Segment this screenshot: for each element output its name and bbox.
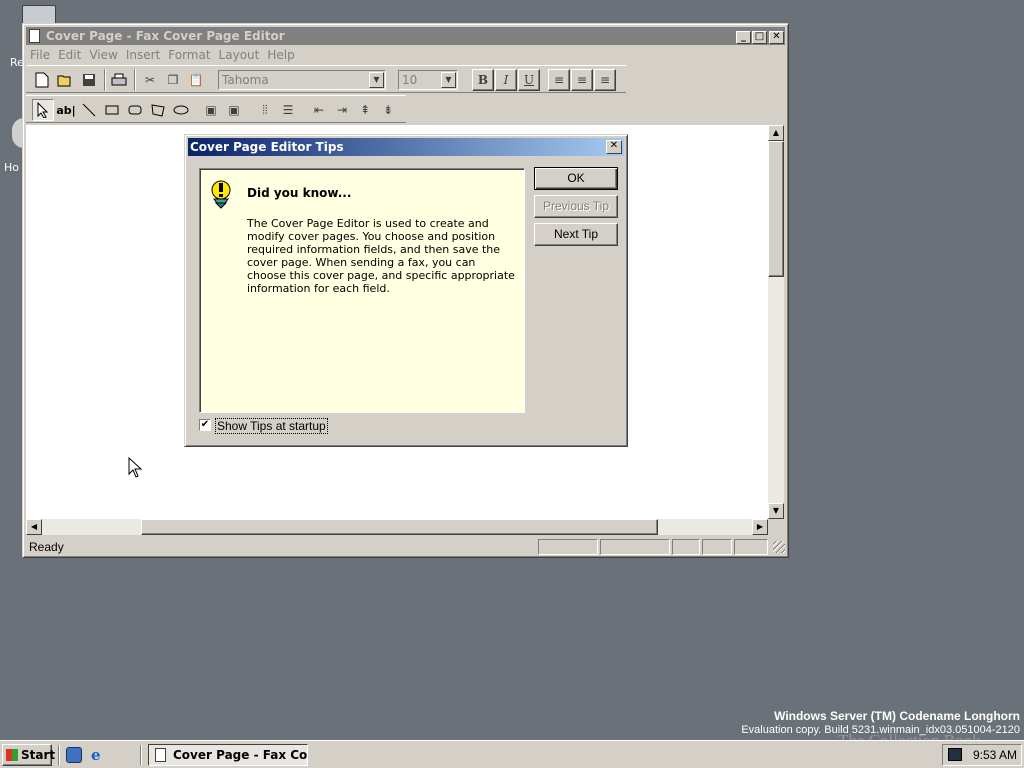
show-tips-checkbox[interactable]: ✔ <box>199 419 211 431</box>
windows-logo-icon <box>6 749 18 761</box>
tips-dialog: Cover Page Editor Tips ✕ Did you know...… <box>184 134 628 447</box>
font-size-value: 10 <box>402 73 418 87</box>
status-bar: Ready <box>26 537 785 555</box>
line-tool-icon[interactable] <box>78 99 100 121</box>
main-window-title: Cover Page - Fax Cover Page Editor <box>46 29 285 43</box>
align-center-icon[interactable]: ≡ <box>571 69 593 91</box>
taskbar-separator <box>140 745 142 765</box>
ellipse-tool-icon[interactable] <box>170 99 192 121</box>
dialog-title: Cover Page Editor Tips <box>190 140 344 154</box>
align-left-icon[interactable]: ≡ <box>548 69 570 91</box>
text-tool-icon[interactable]: ab| <box>55 99 77 121</box>
toolbar-separator <box>134 69 136 91</box>
mouse-cursor-icon <box>128 456 143 482</box>
menu-help[interactable]: Help <box>263 45 298 65</box>
vertical-scrollbar[interactable]: ▲ ▼ <box>768 125 784 519</box>
maximize-button[interactable]: □ <box>752 31 767 44</box>
chevron-down-icon[interactable]: ▼ <box>369 72 384 88</box>
show-desktop-icon[interactable] <box>66 747 82 763</box>
save-icon[interactable] <box>78 69 100 91</box>
font-size-combo[interactable]: 10 ▼ <box>398 70 458 90</box>
status-text: Ready <box>29 540 64 554</box>
lightbulb-icon <box>208 179 234 212</box>
polygon-tool-icon[interactable] <box>147 99 169 121</box>
align-right-icon[interactable]: ≡ <box>594 69 616 91</box>
menu-insert[interactable]: Insert <box>122 45 164 65</box>
select-pointer-icon[interactable] <box>32 99 54 121</box>
start-button[interactable]: Start <box>2 744 56 766</box>
align-right-objects-icon[interactable]: ⇥ <box>331 99 353 121</box>
start-label: Start <box>21 748 56 762</box>
menu-file[interactable]: File <box>26 45 54 65</box>
standard-toolbar: ✂ ❐ 📋 Tahoma ▼ 10 ▼ B I U ≡ ≡ ≡ <box>26 65 626 93</box>
status-pane <box>600 539 670 555</box>
document-icon <box>29 29 40 43</box>
tip-panel: Did you know... The Cover Page Editor is… <box>199 168 525 413</box>
next-tip-button[interactable]: Next Tip <box>534 223 618 246</box>
desktop-icon-label: Ho <box>4 161 20 174</box>
system-tray: 9:53 AM <box>942 744 1022 766</box>
menu-view[interactable]: View <box>85 45 121 65</box>
quick-launch-separator <box>58 745 60 765</box>
document-icon <box>155 748 166 762</box>
main-title-bar[interactable]: Cover Page - Fax Cover Page Editor _ □ ✕ <box>26 27 785 45</box>
chevron-down-icon[interactable]: ▼ <box>441 72 456 88</box>
send-to-back-icon[interactable]: ▣ <box>223 99 245 121</box>
drawing-toolbar: ab| ▣ ▣ ⦙⦙ ☰ ⇤ ⇥ ⇞ ⇟ <box>26 95 406 123</box>
print-icon[interactable] <box>108 69 130 91</box>
taskbar-window-label: Cover Page - Fax Co... <box>173 748 308 762</box>
rectangle-tool-icon[interactable] <box>101 99 123 121</box>
recycle-bin-icon[interactable] <box>22 5 56 25</box>
open-icon[interactable] <box>54 69 76 91</box>
menu-edit[interactable]: Edit <box>54 45 85 65</box>
toolbar-separator <box>104 69 106 91</box>
clock[interactable]: 9:53 AM <box>973 748 1017 762</box>
underline-button[interactable]: U <box>518 69 540 91</box>
dialog-title-bar[interactable]: Cover Page Editor Tips ✕ <box>188 138 624 156</box>
previous-tip-button[interactable]: Previous Tip <box>534 195 618 218</box>
new-icon[interactable] <box>31 69 53 91</box>
close-button[interactable]: ✕ <box>769 31 784 44</box>
os-watermark-title: Windows Server (TM) Codename Longhorn <box>774 709 1020 723</box>
taskbar-window-button[interactable]: Cover Page - Fax Co... <box>148 744 308 766</box>
show-tips-label[interactable]: Show Tips at startup <box>215 418 328 434</box>
scroll-left-icon[interactable]: ◀ <box>26 519 42 535</box>
space-across-icon[interactable]: ⦙⦙ <box>254 99 276 121</box>
font-name-value: Tahoma <box>222 73 269 87</box>
vertical-scroll-thumb[interactable] <box>768 141 784 277</box>
bring-to-front-icon[interactable]: ▣ <box>200 99 222 121</box>
scroll-up-icon[interactable]: ▲ <box>768 125 784 141</box>
tip-text: The Cover Page Editor is used to create … <box>247 217 515 295</box>
paste-icon[interactable]: 📋 <box>185 69 207 91</box>
status-pane <box>672 539 700 555</box>
internet-explorer-icon[interactable]: e <box>91 747 107 763</box>
scroll-right-icon[interactable]: ▶ <box>752 519 768 535</box>
space-down-icon[interactable]: ☰ <box>277 99 299 121</box>
tip-heading: Did you know... <box>247 186 352 200</box>
align-left-objects-icon[interactable]: ⇤ <box>308 99 330 121</box>
rounded-rectangle-tool-icon[interactable] <box>124 99 146 121</box>
minimize-button[interactable]: _ <box>736 31 751 44</box>
horizontal-scroll-thumb[interactable] <box>141 519 658 535</box>
status-pane <box>734 539 768 555</box>
cut-icon[interactable]: ✂ <box>139 69 161 91</box>
horizontal-scrollbar[interactable]: ◀ ▶ <box>26 519 768 535</box>
bold-button[interactable]: B <box>472 69 494 91</box>
dialog-close-button[interactable]: ✕ <box>606 140 622 154</box>
taskbar: Start e Cover Page - Fax Co... 9:53 AM <box>0 740 1024 768</box>
align-top-objects-icon[interactable]: ⇞ <box>354 99 376 121</box>
menu-layout[interactable]: Layout <box>215 45 264 65</box>
font-name-combo[interactable]: Tahoma ▼ <box>218 70 386 90</box>
status-pane <box>702 539 732 555</box>
menu-format[interactable]: Format <box>164 45 214 65</box>
menu-bar: File Edit View Insert Format Layout Help <box>26 45 785 65</box>
resize-grip-icon[interactable] <box>773 541 785 553</box>
ok-button[interactable]: OK <box>534 167 618 190</box>
copy-icon[interactable]: ❐ <box>162 69 184 91</box>
status-pane <box>538 539 598 555</box>
network-icon[interactable] <box>948 748 962 761</box>
scroll-down-icon[interactable]: ▼ <box>768 503 784 519</box>
italic-button[interactable]: I <box>495 69 517 91</box>
align-bottom-objects-icon[interactable]: ⇟ <box>377 99 399 121</box>
